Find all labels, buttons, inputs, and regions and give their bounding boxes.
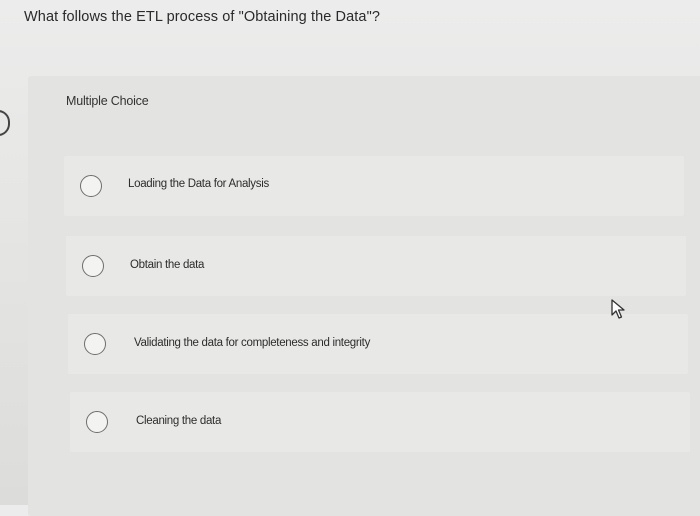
left-edge-bracket — [0, 110, 10, 136]
question-text: What follows the ETL process of "Obtaini… — [24, 9, 380, 25]
choice-option-3[interactable]: Validating the data for completeness and… — [68, 314, 688, 374]
radio-button-2[interactable] — [82, 255, 104, 277]
choice-label-1: Loading the Data for Analysis — [128, 178, 269, 190]
choice-label-4: Cleaning the data — [136, 415, 222, 427]
radio-button-3[interactable] — [84, 333, 106, 355]
choice-option-4[interactable]: Cleaning the data — [70, 392, 690, 452]
choice-label-3: Validating the data for completeness and… — [134, 337, 371, 349]
choice-option-1[interactable]: Loading the Data for Analysis — [64, 156, 684, 216]
question-type-label: Multiple Choice — [66, 94, 149, 108]
question-card: Multiple Choice Loading the Data for Ana… — [28, 76, 700, 516]
radio-button-4[interactable] — [86, 411, 108, 433]
choice-label-2: Obtain the data — [130, 259, 205, 271]
mouse-pointer-icon — [611, 299, 625, 319]
choice-option-2[interactable]: Obtain the data — [66, 236, 686, 296]
radio-button-1[interactable] — [80, 175, 102, 197]
